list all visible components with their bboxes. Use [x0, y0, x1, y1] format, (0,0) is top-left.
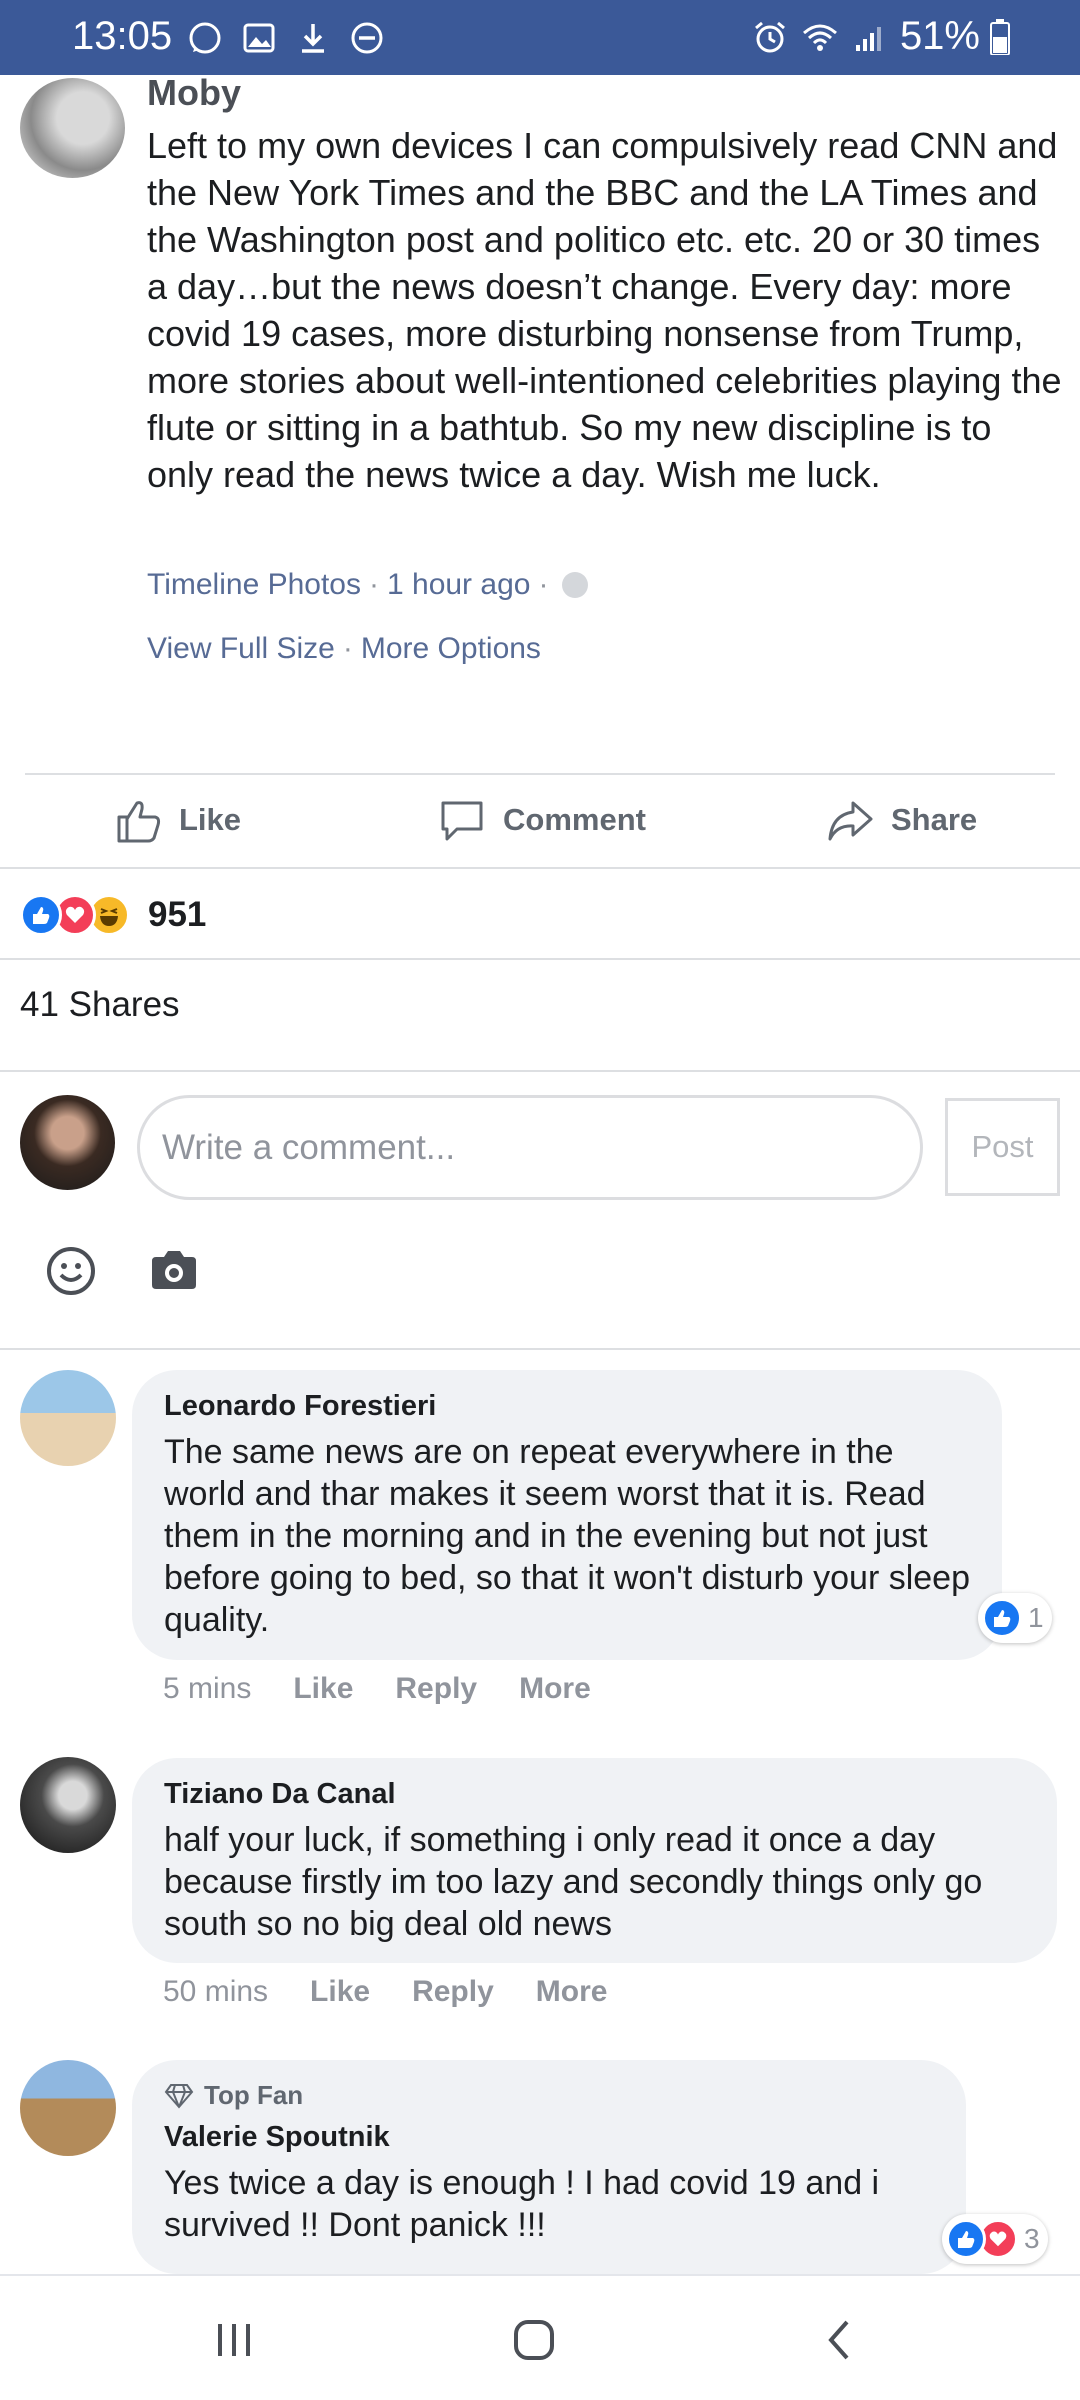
divider	[0, 1070, 1080, 1072]
status-bar: 13:05 51%	[0, 0, 1080, 75]
shares-count[interactable]: 41 Shares	[20, 985, 180, 1025]
globe-icon	[562, 572, 589, 598]
thumbs-up-icon	[117, 801, 161, 843]
comment-timestamp: 5 mins	[163, 1672, 252, 1705]
commenter-avatar[interactable]	[20, 1757, 116, 1853]
post-links: View Full Size · More Options	[147, 632, 541, 666]
comment-like-button[interactable]: Like	[310, 1975, 370, 2009]
comment-reaction-count: 1	[1028, 1602, 1044, 1633]
comment-label: Comment	[503, 802, 646, 837]
post-author-avatar[interactable]	[20, 78, 125, 178]
commenter-name[interactable]: Valerie Spoutnik	[164, 2121, 934, 2154]
comment-meta: 5 mins Like Reply More	[163, 1672, 591, 1706]
more-options-link[interactable]: More Options	[361, 632, 541, 666]
share-icon	[828, 801, 873, 841]
comment-button[interactable]: Comment	[437, 795, 646, 845]
view-full-size-link[interactable]: View Full Size	[147, 632, 335, 666]
share-button[interactable]: Share	[825, 795, 977, 845]
comment-reaction-count: 3	[1024, 2223, 1040, 2254]
status-right: 51%	[750, 14, 1010, 59]
like-reaction-icon	[20, 894, 62, 936]
divider	[0, 1348, 1080, 1350]
post-body-text: Left to my own devices I can compulsivel…	[147, 125, 1062, 495]
comment-text: Yes twice a day is enough ! I had covid …	[164, 2164, 880, 2244]
do-not-disturb-icon	[351, 22, 383, 54]
comment-input[interactable]	[137, 1095, 923, 1200]
current-user-avatar	[20, 1095, 115, 1190]
like-reaction-icon	[946, 2219, 986, 2259]
alarm-icon	[754, 21, 785, 52]
comment-meta: 50 mins Like Reply More	[163, 1975, 607, 2009]
separator: ·	[368, 568, 379, 601]
divider	[0, 958, 1080, 960]
commenter-avatar[interactable]	[20, 2060, 116, 2156]
like-label: Like	[179, 802, 242, 837]
divider	[0, 867, 1080, 869]
wifi-icon	[802, 24, 837, 51]
divider	[25, 773, 1055, 775]
share-label: Share	[891, 802, 978, 837]
comment-timestamp: 50 mins	[163, 1975, 269, 2008]
signal-icon	[855, 26, 881, 51]
post-source-link[interactable]: Timeline Photos	[147, 568, 361, 602]
battery-icon	[990, 18, 1010, 55]
comment-like-button[interactable]: Like	[293, 1672, 353, 1706]
comment-bubble: Tiziano Da Canal half your luck, if some…	[132, 1758, 1057, 1963]
system-navigation-bar	[0, 2274, 1080, 2400]
post-author-name[interactable]: Moby	[147, 72, 241, 114]
like-button[interactable]: Like	[113, 795, 241, 845]
comment-bubble: Leonardo Forestieri The same news are on…	[132, 1370, 1002, 1660]
comment-reply-button[interactable]: Reply	[412, 1975, 494, 2009]
separator: ·	[342, 632, 353, 665]
post-meta: Timeline Photos · 1 hour ago ·	[147, 568, 589, 602]
post-timestamp[interactable]: 1 hour ago	[387, 568, 530, 602]
comment-reactions[interactable]: 1	[978, 1593, 1052, 1643]
emoji-icon[interactable]	[45, 1245, 97, 1297]
diamond-icon	[164, 2083, 194, 2109]
reactions-summary[interactable]: 951	[20, 890, 206, 940]
post-comment-button[interactable]: Post	[945, 1098, 1060, 1196]
battery-percent: 51%	[899, 14, 980, 58]
recent-apps-icon[interactable]	[210, 2316, 258, 2364]
comment-more-button[interactable]: More	[536, 1975, 608, 2009]
top-fan-badge: Top Fan	[164, 2080, 934, 2111]
home-icon[interactable]	[510, 2316, 558, 2364]
like-reaction-icon	[982, 1598, 1022, 1638]
commenter-name[interactable]: Leonardo Forestieri	[164, 1390, 970, 1423]
reaction-count: 951	[148, 895, 207, 934]
comment-icon	[441, 801, 483, 841]
comment-more-button[interactable]: More	[519, 1672, 591, 1706]
comment-bubble: Top Fan Valerie Spoutnik Yes twice a day…	[132, 2060, 966, 2274]
gallery-icon	[243, 23, 275, 53]
status-left-icons	[185, 18, 387, 58]
comment-reply-button[interactable]: Reply	[395, 1672, 477, 1706]
top-fan-label: Top Fan	[204, 2080, 304, 2110]
comment-text: The same news are on repeat everywhere i…	[164, 1433, 970, 1639]
comment-reactions[interactable]: 3	[942, 2214, 1048, 2264]
commenter-name[interactable]: Tiziano Da Canal	[164, 1778, 1025, 1811]
status-time: 13:05	[72, 14, 173, 58]
separator: ·	[538, 568, 549, 601]
commenter-avatar[interactable]	[20, 1370, 116, 1466]
camera-icon[interactable]	[148, 1245, 200, 1297]
whatsapp-icon	[189, 22, 221, 54]
comment-text: half your luck, if something i only read…	[164, 1821, 983, 1943]
download-icon	[302, 24, 324, 53]
back-icon[interactable]	[815, 2316, 863, 2364]
